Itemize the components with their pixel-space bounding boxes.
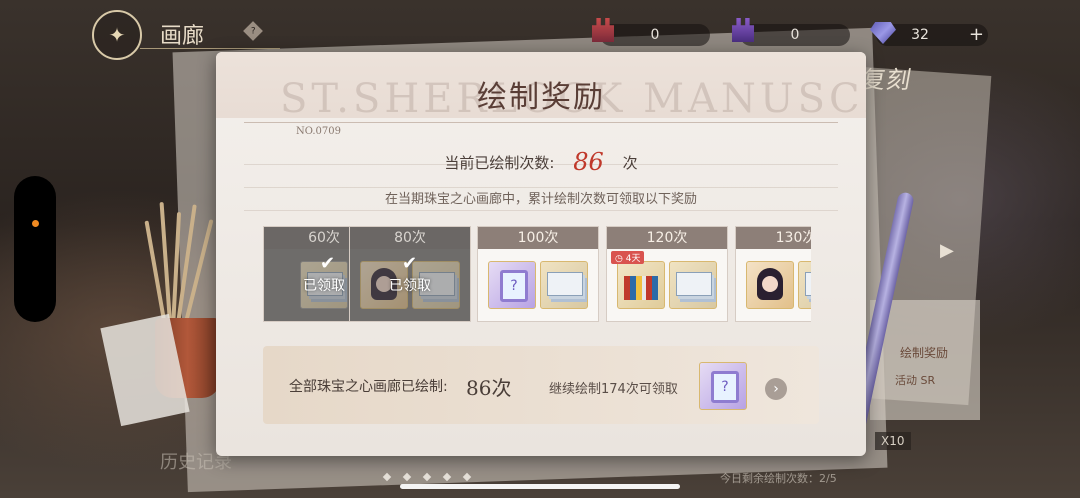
currency-value: 0 <box>650 27 660 43</box>
total-draw-label: 全部珠宝之心画廊已绘制: <box>289 379 448 395</box>
draw-x10-label: X10 <box>875 432 911 450</box>
reward-card-100[interactable]: 100次 <box>477 226 599 322</box>
reward-threshold: 100次 <box>478 227 598 249</box>
currency-diamond: 32 + <box>870 22 988 46</box>
reward-item[interactable] <box>617 261 665 309</box>
reward-threshold: 120次 <box>607 227 727 249</box>
reward-item[interactable] <box>798 261 811 309</box>
side-event-label: 绘制奖励 <box>900 346 949 360</box>
arrow-right-icon[interactable]: ▶ <box>940 240 954 261</box>
draw-count-value: 86 <box>573 148 604 176</box>
reward-item[interactable] <box>669 261 717 309</box>
reward-item[interactable] <box>540 261 588 309</box>
add-diamond-button[interactable]: + <box>969 24 984 45</box>
next-reward-label: 继续绘制174次可领取 <box>549 382 678 397</box>
compass-back-icon[interactable]: ✦ <box>92 10 142 60</box>
help-badge-icon[interactable]: ? <box>243 21 263 41</box>
draw-count-unit: 次 <box>622 154 638 172</box>
next-reward-item[interactable] <box>699 362 747 410</box>
serial-number: NO.0709 <box>296 126 341 137</box>
reward-items: ✔ 已领取 <box>350 249 470 321</box>
total-draw-value: 86次 <box>466 376 512 400</box>
reward-card-120[interactable]: 120次 ◷ 4天 <box>606 226 728 322</box>
side-handle[interactable] <box>14 176 56 322</box>
reward-threshold: 130次 <box>736 227 811 249</box>
title-underline <box>140 48 280 49</box>
time-limit-tag: ◷ 4天 <box>611 251 645 264</box>
dialog-description: 在当期珠宝之心画廊中，累计绘制次数可领取以下奖励 <box>384 192 697 207</box>
dialog-title: 绘制奖励 <box>477 80 605 115</box>
reward-items <box>478 249 598 321</box>
chevron-right-icon[interactable]: › <box>765 378 787 400</box>
draw-count-label: 当前已绘制次数: <box>444 154 555 172</box>
currency-castle-purple: 0 <box>732 18 850 46</box>
check-icon: ✔ <box>320 253 336 274</box>
reward-item[interactable] <box>488 261 536 309</box>
reward-threshold: 80次 <box>350 227 470 249</box>
header-rule <box>244 122 838 123</box>
rerun-label: 复刻 <box>859 66 915 94</box>
currency-value: 0 <box>790 27 800 43</box>
reward-item[interactable] <box>746 261 794 309</box>
claimed-label: 已领取 <box>389 278 431 294</box>
reward-list[interactable]: 60次 ✔ 已领取 80次 ✔ 已领取 100次 ? 120次 ◷ 4天 130… <box>263 226 811 322</box>
reward-card-80[interactable]: 80次 ✔ 已领取 <box>349 226 471 322</box>
remaining-draws-hint: 今日剩余绘制次数：2/5 <box>720 472 837 485</box>
currency-value: 32 <box>911 27 929 43</box>
reward-items: ◷ 4天 <box>607 249 727 321</box>
status-dot <box>32 220 39 227</box>
draw-reward-dialog: ST.SHERLOCK MANUSCRIPT 绘制奖励 NO.0709 当前已绘… <box>216 52 866 456</box>
page-title: 画廊 <box>160 24 205 49</box>
reward-card-130[interactable]: 130次 <box>735 226 811 322</box>
draw-count-line: 当前已绘制次数: 86 次 <box>216 148 866 176</box>
check-icon: ✔ <box>402 253 418 274</box>
home-indicator[interactable] <box>400 484 680 489</box>
total-progress-strip: 全部珠宝之心画廊已绘制: 86次 继续绘制174次可领取 › <box>263 346 819 424</box>
currency-castle-red: 0 <box>592 18 710 46</box>
reward-items <box>736 249 811 321</box>
side-event-sub-label: 活动 SR <box>895 374 936 387</box>
brushes-illustration <box>144 200 220 331</box>
